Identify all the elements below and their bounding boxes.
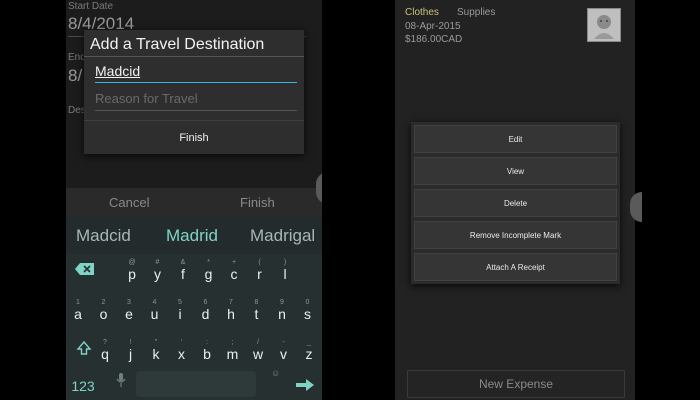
dialog-finish-button[interactable]: Finish: [84, 126, 304, 150]
suggestion-madrid[interactable]: Madrid: [166, 226, 218, 246]
dialog-title-divider: [84, 56, 304, 57]
key-label: r: [257, 266, 262, 282]
suggestion-strip: Madcid Madrid Madrigal: [66, 216, 322, 254]
key-l[interactable]: ) l: [274, 258, 296, 282]
shift-icon: [76, 340, 92, 355]
key-label: i: [178, 306, 182, 322]
suggestion-madrigal[interactable]: Madrigal: [250, 226, 315, 246]
key-label: o: [99, 306, 108, 322]
key-label: z: [305, 346, 313, 362]
key-label: h: [227, 306, 235, 322]
shift-key[interactable]: [74, 340, 94, 358]
category-secondary: Supplies: [457, 7, 496, 18]
receipt-image-icon: [594, 15, 614, 39]
destination-input[interactable]: Madcid: [95, 60, 297, 83]
key-o[interactable]: 2o: [93, 298, 115, 322]
end-date-value[interactable]: 8/: [68, 66, 82, 86]
key-e[interactable]: 3e: [118, 298, 140, 322]
destination-input-value: Madcid: [95, 63, 141, 79]
side-drawer-handle-right[interactable]: [630, 192, 642, 222]
soft-keyboard: 123 ☺ @ p # y & f * g + c(r) l 1 a 2 o 3 e 4 u 5 i 6 d 7 h 8 t 9 n 0 s…: [66, 254, 322, 400]
menu-item-remove-incomplete[interactable]: Remove Incomplete Mark: [414, 221, 617, 249]
left-phone-screen: Start Date 8/4/2014 End 8/ Des Cancel Fi…: [66, 0, 322, 400]
key-r[interactable]: (r: [249, 258, 271, 282]
backspace-icon: [75, 263, 94, 275]
key-m[interactable]: ; m: [222, 338, 244, 362]
key-p[interactable]: @ p: [121, 258, 143, 282]
key-n[interactable]: 9n: [271, 298, 293, 322]
key-label: t: [254, 306, 259, 322]
key-label: y: [154, 266, 161, 282]
key-y[interactable]: # y: [147, 258, 169, 282]
menu-item-attach-receipt[interactable]: Attach A Receipt: [414, 253, 617, 281]
key-label: w: [252, 346, 264, 362]
key-label: v: [280, 346, 287, 362]
expense-date: 08-Apr-2015: [405, 21, 461, 32]
key-v[interactable]: -v: [273, 338, 295, 362]
key-q[interactable]: ? q: [94, 338, 116, 362]
key-label: a: [74, 306, 82, 322]
start-date-label: Start Date: [68, 1, 114, 12]
key-label: u: [150, 306, 159, 322]
dialog-button-divider: [84, 120, 304, 121]
category-primary: Clothes: [405, 7, 439, 18]
key-label: k: [152, 346, 160, 362]
space-bar[interactable]: [136, 371, 256, 397]
menu-item-delete[interactable]: Delete: [414, 189, 617, 217]
add-destination-dialog: Add a Travel Destination Madcid Reason f…: [84, 30, 304, 154]
bottom-button-bar: [66, 188, 322, 216]
emoji-hint-icon: ☺: [271, 368, 281, 378]
key-b[interactable]: :b: [196, 338, 218, 362]
key-t[interactable]: 8t: [246, 298, 268, 322]
key-label: s: [304, 306, 311, 322]
dialog-title: Add a Travel Destination: [90, 36, 265, 53]
key-label: f: [181, 266, 185, 282]
key-i[interactable]: 5i: [169, 298, 191, 322]
key-w[interactable]: / w: [247, 338, 269, 362]
key-d[interactable]: 6d: [195, 298, 217, 322]
new-expense-button[interactable]: New Expense: [407, 370, 625, 398]
key-k[interactable]: " k: [145, 338, 167, 362]
enter-key[interactable]: [292, 378, 318, 396]
key-f[interactable]: & f: [172, 258, 194, 282]
key-z[interactable]: _ z: [298, 338, 320, 362]
finish-button[interactable]: Finish: [240, 195, 275, 210]
key-label: g: [204, 266, 213, 282]
arrow-right-icon: [296, 379, 314, 391]
expense-amount: $186.00CAD: [405, 34, 463, 45]
key-u[interactable]: 4u: [144, 298, 166, 322]
context-menu: Edit View Delete Remove Incomplete Mark …: [411, 122, 620, 284]
menu-item-edit[interactable]: Edit: [414, 125, 617, 153]
key-j[interactable]: ! j: [120, 338, 142, 362]
receipt-thumbnail[interactable]: [587, 8, 621, 42]
key-a[interactable]: 1a: [67, 298, 89, 322]
key-label: d: [201, 306, 210, 322]
key-label: j: [128, 346, 133, 362]
key-label: x: [178, 346, 185, 362]
key-label: e: [125, 306, 133, 322]
key-label: m: [226, 346, 239, 362]
key-label: n: [278, 306, 286, 322]
cancel-button[interactable]: Cancel: [109, 195, 149, 210]
key-h[interactable]: 7h: [220, 298, 242, 322]
backspace-key[interactable]: [74, 262, 96, 278]
key-label: p: [128, 266, 136, 282]
menu-item-view[interactable]: View: [414, 157, 617, 185]
key-label: q: [101, 346, 109, 362]
suggestion-madcid[interactable]: Madcid: [76, 226, 131, 246]
key-g[interactable]: * g: [198, 258, 220, 282]
key-label: c: [230, 266, 238, 282]
right-phone-screen: Clothes Supplies 08-Apr-2015 $186.00CAD …: [395, 0, 635, 400]
key-c[interactable]: + c: [223, 258, 245, 282]
numbers-key[interactable]: 123: [68, 378, 98, 396]
key-x[interactable]: ' x: [171, 338, 193, 362]
key-label: l: [283, 266, 287, 282]
key-label: b: [203, 346, 211, 362]
reason-input[interactable]: Reason for Travel: [95, 88, 297, 111]
microphone-icon[interactable]: [116, 372, 126, 393]
key-s[interactable]: 0s: [297, 298, 319, 322]
